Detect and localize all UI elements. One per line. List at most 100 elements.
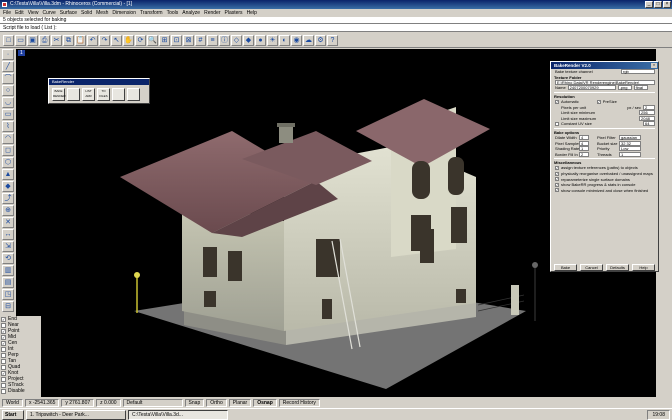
render-icon[interactable]: ◉ <box>291 35 302 46</box>
menu-dimension[interactable]: Dimension <box>112 9 136 17</box>
menu-edit[interactable]: Edit <box>15 9 24 17</box>
status-toggle-osnap[interactable]: Osnap <box>253 399 277 407</box>
maximize-button[interactable]: □ <box>654 1 662 8</box>
environment-icon[interactable]: ☁ <box>303 35 314 46</box>
left-tool-icon[interactable]: ○ <box>2 85 14 96</box>
select-icon[interactable]: ↖ <box>111 35 122 46</box>
osnap-checkbox[interactable] <box>1 352 6 358</box>
border-fill-input[interactable]: 2 <box>579 151 589 157</box>
osnap-checkbox[interactable]: ✓ <box>1 370 6 376</box>
left-tool-icon[interactable]: ◠ <box>2 133 14 144</box>
left-tool-icon[interactable]: ⬡ <box>2 157 14 168</box>
left-tool-icon[interactable]: ╱ <box>2 61 14 72</box>
osnap-checkbox[interactable] <box>1 388 6 394</box>
left-tool-icon[interactable]: ⊕ <box>2 205 14 216</box>
rendered-icon[interactable]: ● <box>255 35 266 46</box>
minimize-button[interactable]: _ <box>645 1 653 8</box>
menu-mesh[interactable]: Mesh <box>96 9 108 17</box>
menu-view[interactable]: View <box>28 9 39 17</box>
light-icon[interactable]: ☀ <box>267 35 278 46</box>
osnap-checkbox[interactable] <box>1 364 6 370</box>
dialog-close-button[interactable]: × <box>651 63 657 68</box>
status-toggle-ortho[interactable]: Ortho <box>206 399 227 407</box>
material-icon[interactable]: ◐ <box>279 35 290 46</box>
options-icon[interactable]: ⚙ <box>315 35 326 46</box>
close-button[interactable]: × <box>663 1 671 8</box>
pixel-filter-select[interactable]: gaussian <box>619 135 641 141</box>
cancel-button[interactable]: Cancel <box>580 264 603 271</box>
rotate-icon[interactable]: ⟳ <box>135 35 146 46</box>
properties-icon[interactable]: ⓘ <box>219 35 230 46</box>
left-tool-icon[interactable]: ✕ <box>2 217 14 228</box>
zoom-window-icon[interactable]: ⊞ <box>159 35 170 46</box>
osnap-disable[interactable]: Disable <box>1 388 41 394</box>
menu-solid[interactable]: Solid <box>81 9 92 17</box>
left-tool-icon[interactable]: ⌇ <box>2 121 14 132</box>
bucket-size-input[interactable]: 32 32 <box>619 140 641 146</box>
threads-input[interactable]: 1 <box>619 151 641 157</box>
mode-select[interactable]: final <box>633 85 648 91</box>
cplane-world[interactable]: World <box>2 399 23 407</box>
left-tool-icon[interactable]: ⤴ <box>2 193 14 204</box>
menu-render[interactable]: Render <box>204 9 220 17</box>
left-tool-icon[interactable]: ◆ <box>2 181 14 192</box>
misc-option-checkbox[interactable]: ✓ <box>555 182 559 187</box>
status-toggle-planar[interactable]: Planar <box>228 399 252 407</box>
left-tool-icon[interactable]: ↔ <box>2 229 14 240</box>
status-toggle-record-history[interactable]: Record History <box>278 399 320 407</box>
left-tool-icon[interactable]: ▥ <box>2 265 14 276</box>
taskbar-item-tripswitch[interactable]: 1. Tripswitch - Deer Park... <box>26 410 126 420</box>
wireframe-icon[interactable]: ◇ <box>231 35 242 46</box>
save-icon[interactable]: ▣ <box>27 35 38 46</box>
menu-file[interactable]: File <box>3 9 11 17</box>
left-tool-icon[interactable]: ⌒ <box>2 73 14 84</box>
zoom-selected-icon[interactable]: ⊠ <box>183 35 194 46</box>
pan-icon[interactable]: ✋ <box>123 35 134 46</box>
shading-rate-input[interactable]: 1 <box>579 146 589 152</box>
menu-plasters[interactable]: Plasters <box>225 9 243 17</box>
osnap-checkbox[interactable]: ✓ <box>1 316 6 322</box>
bake-button[interactable]: Bake <box>554 264 577 271</box>
presize-checkbox[interactable]: ✓ <box>596 99 601 104</box>
menu-curve[interactable]: Curve <box>42 9 55 17</box>
print-icon[interactable]: ⎙ <box>39 35 50 46</box>
cut-icon[interactable]: ✂ <box>51 35 62 46</box>
grid-icon[interactable]: # <box>195 35 206 46</box>
open-icon[interactable]: ▭ <box>15 35 26 46</box>
help-icon[interactable]: ? <box>327 35 338 46</box>
left-tool-icon[interactable]: · <box>2 49 14 60</box>
start-button[interactable]: Start <box>2 410 24 420</box>
osnap-checkbox[interactable] <box>1 346 6 352</box>
left-tool-icon[interactable]: ◳ <box>2 289 14 300</box>
osnap-checkbox[interactable]: ✓ <box>1 340 6 346</box>
bakerender-tool-button[interactable]: BAKE RENDER <box>52 88 66 101</box>
dilate-width-input[interactable]: 4 <box>579 135 589 141</box>
left-tool-icon[interactable]: ⊟ <box>2 301 14 312</box>
osnap-checkbox[interactable] <box>1 382 6 388</box>
misc-option-checkbox[interactable]: ✓ <box>555 171 559 176</box>
bakerender-tool-button[interactable]: LIST ARR <box>82 88 95 101</box>
bakerender-tool-button[interactable] <box>127 88 140 101</box>
copy-icon[interactable]: ⧉ <box>63 35 74 46</box>
osnap-checkbox[interactable]: ✓ <box>1 334 6 340</box>
constant-uv-checkbox[interactable] <box>555 121 559 126</box>
left-tool-icon[interactable]: ⇲ <box>2 241 14 252</box>
left-tool-icon[interactable]: ◻ <box>2 145 14 156</box>
left-tool-icon[interactable]: ▭ <box>2 109 14 120</box>
limit-max-input[interactable]: 2048 <box>639 115 655 121</box>
taskbar-item-rhino[interactable]: C:\Testa\Villa\Villa.3d... <box>128 410 228 420</box>
px-sec-input[interactable]: 2 <box>643 104 655 110</box>
help-button[interactable]: Help <box>632 264 655 271</box>
osnap-checkbox[interactable]: ✓ <box>1 328 6 334</box>
defaults-button[interactable]: Defaults <box>606 264 629 271</box>
status-toggle-snap[interactable]: Snap <box>184 399 205 407</box>
left-tool-icon[interactable]: ▤ <box>2 277 14 288</box>
misc-option-checkbox[interactable]: ✓ <box>555 188 559 193</box>
automatic-checkbox[interactable]: ✓ <box>555 99 559 104</box>
menu-surface[interactable]: Surface <box>60 9 77 17</box>
osnap-checkbox[interactable] <box>1 376 6 382</box>
undo-icon[interactable]: ↶ <box>87 35 98 46</box>
paste-icon[interactable]: 📋 <box>75 35 86 46</box>
new-icon[interactable]: □ <box>3 35 14 46</box>
layers-icon[interactable]: ≡ <box>207 35 218 46</box>
